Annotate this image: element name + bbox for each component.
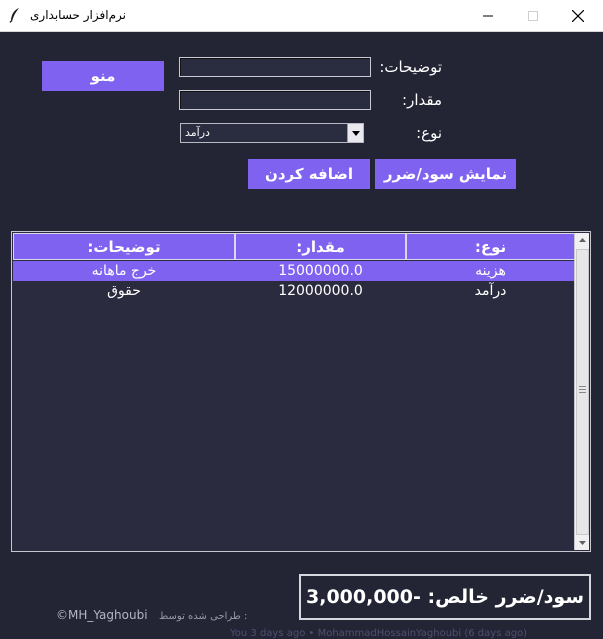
close-icon (572, 9, 584, 22)
footer-credit: ©MH_Yaghoubi طراحی شده توسط : (56, 608, 247, 622)
cell-description: حقوق (107, 283, 141, 299)
close-button[interactable] (555, 0, 601, 31)
window-title: نرم‌افزار حسابداری (30, 8, 126, 22)
cell-description: خرج ماهانه (91, 263, 157, 279)
cell-amount: 12000000.0 (278, 283, 363, 299)
column-header-amount[interactable]: مقدار: (235, 233, 406, 260)
cell-amount: 15000000.0 (278, 263, 363, 279)
minimize-icon (483, 15, 493, 16)
table-row[interactable]: حقوق 12000000.0 درآمد (13, 281, 575, 301)
cell-type: هزینه (475, 263, 506, 279)
scroll-up-arrow-icon[interactable] (575, 233, 589, 247)
title-bar: نرم‌افزار حسابداری (0, 0, 603, 32)
scrollbar-thumb[interactable] (576, 249, 589, 535)
table-row[interactable]: خرج ماهانه 15000000.0 هزینه (13, 261, 575, 281)
add-button[interactable]: اضافه کردن (248, 159, 370, 189)
description-input[interactable] (179, 57, 371, 77)
menu-button[interactable]: منو (42, 61, 164, 91)
amount-label: مقدار: (402, 91, 442, 109)
designed-by-label: طراحی شده توسط : (159, 611, 248, 622)
dropdown-arrow-icon[interactable] (347, 124, 363, 142)
maximize-icon (528, 10, 538, 21)
column-header-description[interactable]: توضیحات: (13, 233, 235, 260)
table-header: توضیحات: مقدار: نوع: (13, 233, 575, 260)
scroll-down-arrow-icon[interactable] (575, 536, 589, 550)
transactions-table[interactable]: توضیحات: مقدار: نوع: خرج ماهانه 15000000… (11, 231, 591, 552)
maximize-button[interactable] (510, 0, 556, 31)
feather-icon (9, 8, 19, 23)
amount-input[interactable] (179, 90, 371, 110)
type-label: نوع: (416, 124, 442, 142)
type-selected-value: درآمد (185, 126, 210, 139)
main-window: منو توضیحات: مقدار: نوع: درآمد اضافه کرد… (0, 32, 603, 639)
background-window-text: You 3 days ago • MohammadHossainYaghoubi… (230, 628, 528, 639)
description-label: توضیحات: (379, 58, 442, 76)
grip-icon (579, 386, 586, 395)
show-profit-loss-button[interactable]: نمایش سود/ضرر (375, 159, 516, 189)
minimize-button[interactable] (465, 0, 511, 31)
type-select[interactable]: درآمد (180, 123, 364, 143)
author-credit: ©MH_Yaghoubi (56, 608, 148, 622)
column-header-type[interactable]: نوع: (406, 233, 575, 260)
vertical-scrollbar[interactable] (574, 233, 589, 550)
cell-type: درآمد (474, 283, 507, 299)
net-profit-loss-display: سود/ضرر خالص: -3,000,000 (299, 574, 591, 620)
